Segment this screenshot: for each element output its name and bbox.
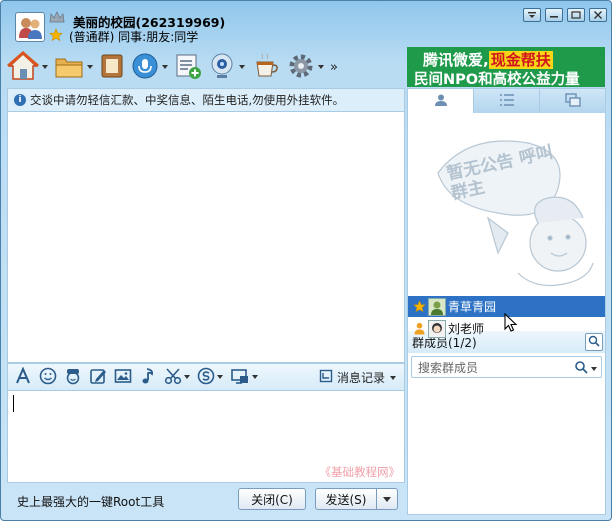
admin-person-icon (412, 322, 426, 336)
info-icon: i (14, 94, 26, 106)
qq-group-chat-window: 美丽的校园(262319969) (普通群) 同事:朋友:同学 » 腾讯微爱, … (0, 0, 612, 521)
webcam-icon (208, 52, 236, 83)
banner-line1: 腾讯微爱, (423, 51, 489, 69)
chevron-down-icon (217, 375, 223, 379)
banner-line2: 民间NPO和高校公益力量 (414, 72, 580, 88)
member-search-placeholder: 搜索群成员 (418, 360, 479, 375)
member-name: 刘老师 (448, 322, 485, 336)
search-icon[interactable] (574, 360, 588, 377)
tab-windows[interactable] (540, 89, 605, 113)
screenshot-button[interactable] (164, 367, 190, 388)
crown-icon (49, 11, 65, 26)
voice-icon (131, 52, 159, 83)
list-tab-icon (499, 93, 515, 110)
close-chat-button[interactable]: 关闭(C) (238, 488, 306, 510)
group-announcement: 暂无公告 呼叫群主 (408, 113, 605, 327)
member-search-input[interactable]: 搜索群成员 (411, 356, 602, 378)
watermark-text: 《基础教程网》 (319, 465, 401, 479)
member-name: 青草青园 (448, 300, 497, 314)
font-icon (14, 365, 32, 388)
chevron-down-icon (390, 375, 396, 380)
chevron-down-icon (239, 65, 245, 69)
album-button[interactable] (99, 52, 125, 83)
image-icon (114, 367, 132, 388)
send-options-button[interactable] (376, 488, 398, 510)
scissors-icon (164, 367, 182, 388)
star-icon (49, 28, 63, 45)
points-button[interactable] (197, 367, 223, 388)
members-tab-icon (433, 93, 449, 110)
share-folder-button[interactable] (54, 53, 93, 82)
group-avatar[interactable] (15, 12, 45, 42)
music-icon (139, 367, 157, 388)
emoji-button[interactable] (39, 367, 57, 388)
text-caret (13, 395, 14, 412)
mouse-pointer-icon (504, 312, 518, 336)
album-icon (99, 52, 125, 83)
doodle-icon (89, 367, 107, 388)
message-history-button[interactable]: 消息记录 (319, 369, 396, 386)
history-label: 消息记录 (336, 371, 385, 385)
doodle-button[interactable] (89, 367, 107, 388)
tab-list[interactable] (474, 89, 540, 113)
chevron-down-icon (162, 65, 168, 69)
chevron-down-icon (252, 375, 258, 379)
gear-icon (287, 52, 315, 83)
image-button[interactable] (114, 367, 132, 388)
webcam-button[interactable] (208, 52, 245, 83)
message-input[interactable]: 《基础教程网》 (7, 391, 405, 483)
title-bar[interactable]: 美丽的校园(262319969) (普通群) 同事:朋友:同学 (1, 1, 611, 47)
chevron-down-icon (383, 496, 391, 502)
font-button[interactable] (14, 365, 32, 388)
chat-history[interactable] (7, 112, 405, 363)
screen-share-button[interactable] (230, 367, 258, 388)
window-controls (523, 8, 607, 22)
chevron-down-icon (184, 375, 190, 379)
chevron-down-icon (42, 65, 48, 69)
more-icon: » (330, 59, 338, 75)
magic-face-button[interactable] (64, 367, 82, 388)
add-app-button[interactable] (174, 52, 202, 83)
folder-icon (54, 53, 84, 82)
home-icon (7, 50, 39, 84)
points-icon (197, 367, 215, 388)
announcement-illustration (437, 140, 594, 287)
footer-ad-link[interactable]: 史上最强大的一键Root工具 (17, 493, 164, 510)
security-notice: i 交谈中请勿轻信汇款、中奖信息、陌生电话,勿使用外挂软件。 (7, 88, 405, 112)
coffee-icon (251, 52, 281, 83)
notice-text: 交谈中请勿轻信汇款、中奖信息、陌生电话,勿使用外挂软件。 (30, 93, 345, 107)
coffee-button[interactable] (251, 52, 281, 83)
window-tab-icon (564, 92, 581, 110)
chevron-down-icon[interactable] (591, 366, 597, 371)
home-button[interactable] (7, 50, 48, 84)
more-tools-button[interactable]: » (330, 60, 338, 75)
avatar (428, 297, 446, 316)
screen-share-icon (230, 367, 250, 388)
main-toolbar: » (7, 47, 344, 87)
voice-button[interactable] (131, 52, 168, 83)
input-toolbar: 消息记录 (7, 363, 405, 391)
avatar (428, 319, 446, 338)
maximize-button[interactable] (567, 8, 585, 22)
group-info: (普通群) 同事:朋友:同学 (69, 30, 199, 44)
send-button[interactable]: 发送(S) (315, 488, 377, 510)
settings-button[interactable] (287, 52, 324, 83)
minimize-button[interactable] (545, 8, 563, 22)
menu-button[interactable] (523, 8, 541, 22)
magic-face-icon (64, 367, 82, 388)
group-side-panel: 暂无公告 呼叫群主 群成员(1/2) 搜索群成员 青草青园 刘老师 (407, 88, 606, 515)
banner-ad[interactable]: 腾讯微爱, 现金帮扶 民间NPO和高校公益力量 (407, 47, 605, 88)
side-panel-tabs (408, 89, 605, 113)
banner-highlight: 现金帮扶 (488, 51, 553, 69)
add-app-icon (174, 52, 202, 83)
close-button[interactable] (589, 8, 607, 22)
music-button[interactable] (139, 367, 157, 388)
tab-members[interactable] (408, 89, 474, 113)
chevron-down-icon (318, 65, 324, 69)
history-icon (319, 369, 333, 386)
member-search-controls (574, 360, 597, 377)
chevron-down-icon (87, 65, 93, 69)
owner-star-icon (412, 300, 426, 314)
emoji-icon (39, 367, 57, 388)
